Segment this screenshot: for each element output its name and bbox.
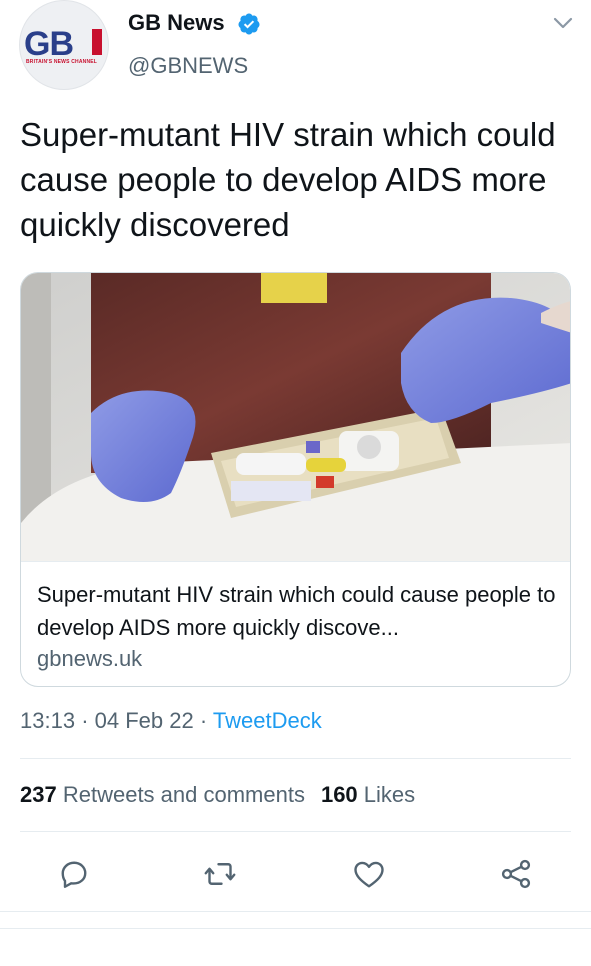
tweet-header: GB BRITAIN'S NEWS CHANNEL GB News @GBNEW… — [0, 0, 591, 100]
retweet-icon[interactable] — [202, 856, 238, 892]
divider — [0, 928, 591, 929]
meta-separator: · — [81, 708, 89, 733]
tweet-text: Super-mutant HIV strain which could caus… — [20, 116, 556, 243]
tweet-stats: 237 Retweets and comments 160 Likes — [20, 782, 415, 808]
card-domain: gbnews.uk — [37, 646, 143, 671]
likes-label: Likes — [363, 782, 416, 807]
divider — [20, 831, 571, 832]
retweets-count: 237 — [20, 782, 57, 807]
verified-badge-icon — [238, 13, 260, 35]
account-name[interactable]: GB News — [128, 10, 225, 36]
logo-flag — [92, 29, 102, 55]
tweet-source-link[interactable]: TweetDeck — [213, 708, 322, 733]
card-image[interactable] — [21, 273, 571, 561]
meta-separator: · — [199, 708, 208, 733]
retweets-label: Retweets and comments — [62, 782, 305, 807]
tweet-time: 13:13 — [20, 708, 76, 733]
logo-tagline: BRITAIN'S NEWS CHANNEL — [26, 59, 98, 65]
divider — [20, 758, 571, 759]
card-title: Super-mutant HIV strain which could caus… — [37, 582, 556, 640]
tweet-date: 04 Feb 22 — [94, 708, 194, 733]
likes-stat[interactable]: 160 Likes — [321, 782, 415, 807]
card-body[interactable]: Super-mutant HIV strain which could caus… — [21, 561, 570, 686]
avatar[interactable]: GB BRITAIN'S NEWS CHANNEL — [19, 0, 109, 90]
account-handle[interactable]: @GBNEWS — [128, 53, 248, 79]
share-icon[interactable] — [498, 856, 534, 892]
chevron-down-icon[interactable] — [552, 14, 574, 32]
reply-icon[interactable] — [56, 856, 92, 892]
heart-icon[interactable] — [351, 856, 387, 892]
link-card[interactable]: Super-mutant HIV strain which could caus… — [20, 272, 571, 687]
tweet-meta: 13:13 · 04 Feb 22 · TweetDeck — [20, 708, 322, 734]
likes-count: 160 — [320, 782, 358, 807]
retweets-stat[interactable]: 237 Retweets and comments — [20, 782, 305, 807]
tweet-actions — [0, 850, 591, 896]
divider — [0, 911, 591, 912]
